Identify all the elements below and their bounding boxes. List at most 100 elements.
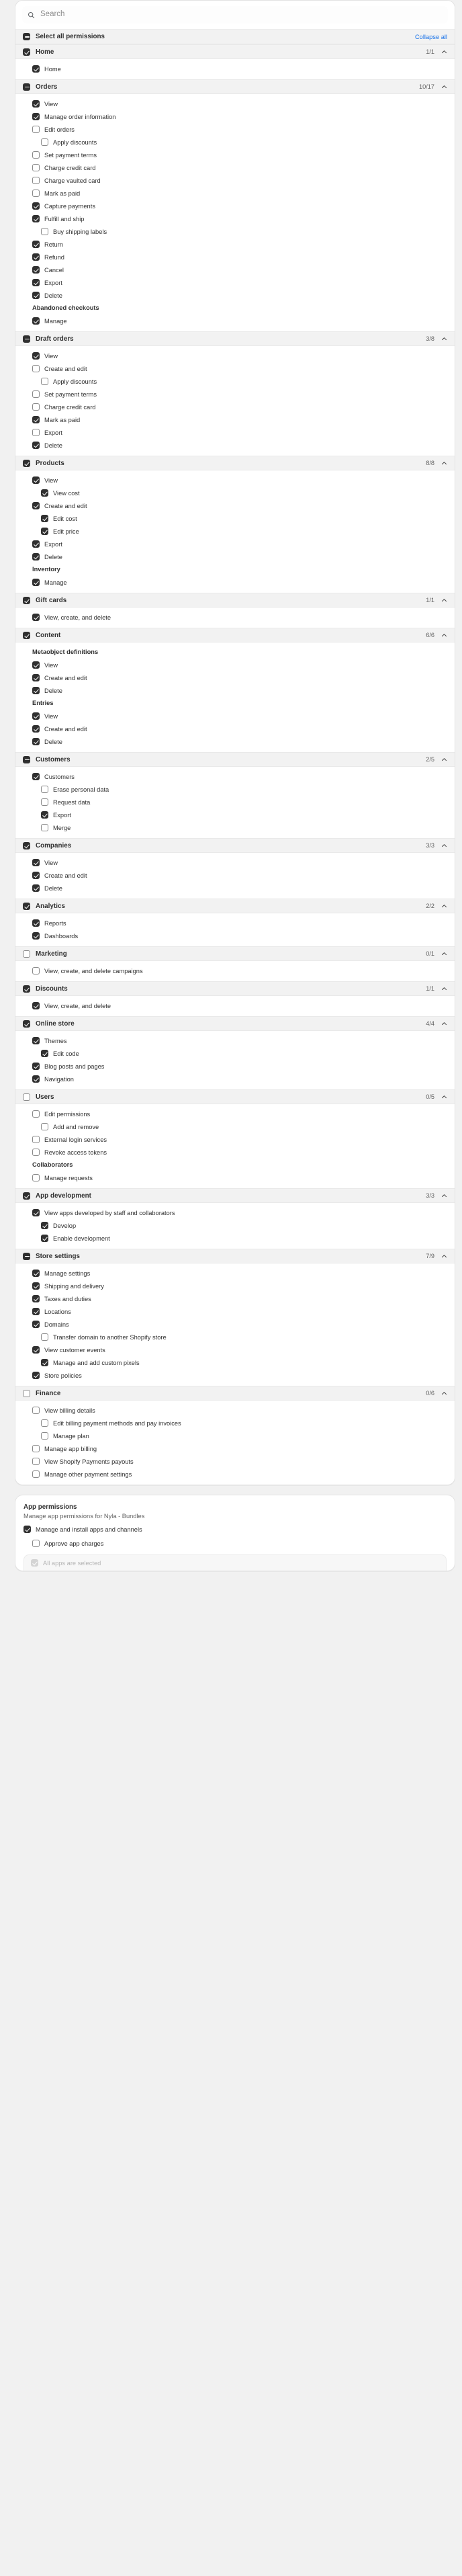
permission-checkbox[interactable] xyxy=(41,786,48,793)
permission-row[interactable]: Charge vaulted card xyxy=(15,174,455,187)
permission-row[interactable]: Manage settings xyxy=(15,1267,455,1280)
permission-checkbox[interactable] xyxy=(32,164,40,171)
permission-checkbox[interactable] xyxy=(32,738,40,745)
permission-checkbox[interactable] xyxy=(41,515,48,522)
permission-row[interactable]: External login services xyxy=(15,1133,455,1146)
group-header-home[interactable]: Home 1/1 xyxy=(15,44,455,59)
permission-checkbox[interactable] xyxy=(32,579,40,586)
permission-row[interactable]: Erase personal data xyxy=(15,783,455,796)
permission-checkbox[interactable] xyxy=(41,811,48,819)
permission-row[interactable]: Delete xyxy=(15,684,455,697)
permission-checkbox[interactable] xyxy=(41,489,48,497)
permission-row[interactable]: Delete xyxy=(15,882,455,895)
group-checkbox-marketing[interactable] xyxy=(23,950,30,958)
group-checkbox-content[interactable] xyxy=(23,631,30,639)
permission-checkbox[interactable] xyxy=(32,253,40,261)
permission-checkbox[interactable] xyxy=(32,1295,40,1302)
permission-checkbox[interactable] xyxy=(41,824,48,831)
permission-row[interactable]: Edit orders xyxy=(15,123,455,136)
permission-row[interactable]: View xyxy=(15,349,455,362)
group-header-online-store[interactable]: Online store 4/4 xyxy=(15,1016,455,1031)
permission-row[interactable]: Add and remove xyxy=(15,1120,455,1133)
permission-row[interactable]: View xyxy=(15,710,455,722)
group-checkbox-products[interactable] xyxy=(23,459,30,467)
permission-row[interactable]: Export xyxy=(15,538,455,550)
permission-checkbox[interactable] xyxy=(41,138,48,146)
permission-row[interactable]: Manage order information xyxy=(15,110,455,123)
permission-row[interactable]: Set payment terms xyxy=(15,388,455,401)
permission-checkbox[interactable] xyxy=(32,429,40,436)
permission-checkbox[interactable] xyxy=(32,553,40,560)
group-checkbox-companies[interactable] xyxy=(23,841,30,849)
permission-row[interactable]: Create and edit xyxy=(15,722,455,735)
group-header-orders[interactable]: Orders 10/17 xyxy=(15,79,455,94)
permission-row[interactable]: Export xyxy=(15,276,455,289)
permission-row[interactable]: Manage xyxy=(15,315,455,327)
group-checkbox-discounts[interactable] xyxy=(23,985,30,993)
permission-row[interactable]: Edit cost xyxy=(15,512,455,525)
group-header-store-settings[interactable]: Store settings 7/9 xyxy=(15,1249,455,1263)
permission-checkbox[interactable] xyxy=(32,416,40,423)
group-checkbox-gift-cards[interactable] xyxy=(23,596,30,604)
permission-checkbox[interactable] xyxy=(32,661,40,669)
group-checkbox-store-settings[interactable] xyxy=(23,1252,30,1260)
permission-checkbox[interactable] xyxy=(32,352,40,360)
manage-install-apps-row[interactable]: Manage and install apps and channels xyxy=(24,1522,447,1536)
approve-app-charges-row[interactable]: Approve app charges xyxy=(24,1536,447,1550)
permission-checkbox[interactable] xyxy=(32,100,40,108)
permission-row[interactable]: View apps developed by staff and collabo… xyxy=(15,1206,455,1219)
permission-checkbox[interactable] xyxy=(41,1333,48,1341)
chevron-up-icon[interactable] xyxy=(441,460,447,466)
permission-row[interactable]: Export xyxy=(15,808,455,821)
group-header-users[interactable]: Users 0/5 xyxy=(15,1089,455,1104)
permission-checkbox[interactable] xyxy=(32,1407,40,1414)
permission-row[interactable]: View xyxy=(15,856,455,869)
permission-row[interactable]: Manage plan xyxy=(15,1429,455,1442)
chevron-up-icon[interactable] xyxy=(441,986,447,992)
permission-checkbox[interactable] xyxy=(41,528,48,535)
permission-checkbox[interactable] xyxy=(32,687,40,694)
permission-checkbox[interactable] xyxy=(32,1037,40,1044)
permission-checkbox[interactable] xyxy=(32,1458,40,1465)
chevron-up-icon[interactable] xyxy=(441,757,447,763)
permission-row[interactable]: Edit permissions xyxy=(15,1108,455,1120)
permission-checkbox[interactable] xyxy=(41,1359,48,1366)
permission-checkbox[interactable] xyxy=(41,228,48,235)
group-header-finance[interactable]: Finance 0/6 xyxy=(15,1386,455,1401)
permission-row[interactable]: View xyxy=(15,97,455,110)
permission-row[interactable]: Dashboards xyxy=(15,929,455,942)
permission-checkbox[interactable] xyxy=(41,1432,48,1440)
permission-checkbox[interactable] xyxy=(32,674,40,681)
permission-row[interactable]: View customer events xyxy=(15,1343,455,1356)
permission-checkbox[interactable] xyxy=(32,215,40,222)
permission-checkbox[interactable] xyxy=(32,476,40,484)
permission-row[interactable]: View cost xyxy=(15,487,455,499)
permission-checkbox[interactable] xyxy=(41,798,48,806)
permission-checkbox[interactable] xyxy=(32,317,40,325)
permission-row[interactable]: Cancel xyxy=(15,263,455,276)
permission-row[interactable]: Manage requests xyxy=(15,1171,455,1184)
chevron-up-icon[interactable] xyxy=(441,951,447,957)
permission-row[interactable]: Apply discounts xyxy=(15,375,455,388)
permission-checkbox[interactable] xyxy=(32,202,40,210)
permission-row[interactable]: Revoke access tokens xyxy=(15,1146,455,1159)
permission-row[interactable]: View billing details xyxy=(15,1404,455,1417)
permission-row[interactable]: Home xyxy=(15,63,455,75)
permission-row[interactable]: View Shopify Payments payouts xyxy=(15,1455,455,1468)
search-input[interactable]: Search xyxy=(22,6,448,24)
permission-checkbox[interactable] xyxy=(32,365,40,372)
permission-checkbox[interactable] xyxy=(32,919,40,927)
permission-row[interactable]: Themes xyxy=(15,1034,455,1047)
permission-checkbox[interactable] xyxy=(32,1209,40,1216)
chevron-up-icon[interactable] xyxy=(441,336,447,342)
permission-checkbox[interactable] xyxy=(32,725,40,733)
permission-row[interactable]: Charge credit card xyxy=(15,401,455,413)
chevron-up-icon[interactable] xyxy=(441,1390,447,1397)
chevron-up-icon[interactable] xyxy=(441,597,447,604)
permission-row[interactable]: Capture payments xyxy=(15,200,455,212)
permission-checkbox[interactable] xyxy=(32,1308,40,1315)
permission-checkbox[interactable] xyxy=(32,1075,40,1083)
group-checkbox-users[interactable] xyxy=(23,1093,30,1101)
group-checkbox-online-store[interactable] xyxy=(23,1020,30,1028)
permission-row[interactable]: Create and edit xyxy=(15,499,455,512)
